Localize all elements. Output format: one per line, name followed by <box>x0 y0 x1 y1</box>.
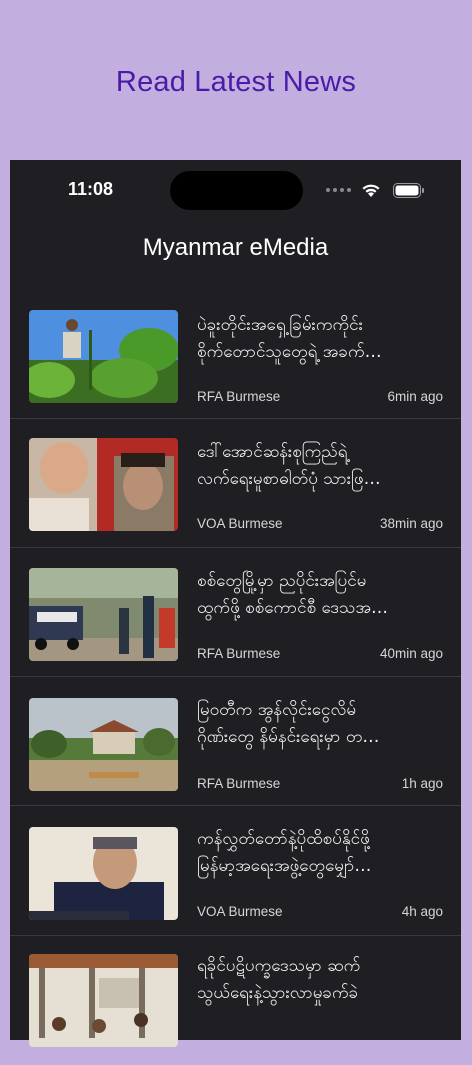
status-icons <box>326 182 425 198</box>
news-headline: ပဲခူးတိုင်းအရှေ့ခြမ်းကကိုင်း စိုက်တောင်သ… <box>197 315 382 362</box>
news-thumbnail <box>29 568 178 661</box>
portrait-photo <box>29 438 178 531</box>
status-time: 11:08 <box>68 179 114 199</box>
news-item[interactable]: ရခိုင်ပဋိပက္ခဒေသမှာ ဆက် သွယ်ရေးနဲ့သွားလာ… <box>10 936 461 1065</box>
news-thumbnail <box>29 310 178 403</box>
news-item[interactable]: စစ်တွေမြို့မှာ ညပိုင်းအပြင်မ ထွက်ဖို့ စစ… <box>10 548 461 677</box>
news-source: VOA Burmese <box>197 516 283 531</box>
farmer-photo <box>29 310 178 403</box>
news-headline: ကန်လွှတ်တော်နဲ့ပိုထိစပ်နိုင်ဖို့ မြန်မာ့… <box>197 829 372 876</box>
news-thumbnail <box>29 698 178 791</box>
signal-dots-icon <box>326 188 351 192</box>
phone-screen: 11:08 Myanmar eMedia ပဲခူးတိုင်းအရှေ့ခြမ… <box>10 160 461 1047</box>
dynamic-island <box>170 171 303 210</box>
village-photo <box>29 698 178 791</box>
news-source: VOA Burmese <box>197 904 283 919</box>
news-time-ago: 38min ago <box>379 516 443 531</box>
news-headline: စစ်တွေမြို့မှာ ညပိုင်းအပြင်မ ထွက်ဖို့ စစ… <box>197 571 389 618</box>
news-thumbnail <box>29 438 178 531</box>
interview-photo <box>29 827 178 920</box>
news-headline: မြဝတီက အွန်လိုင်းငွေလိမ် ဂိုဏ်းတွေ နိမ်န… <box>197 700 380 747</box>
battery-icon <box>393 182 424 198</box>
app-title: Myanmar eMedia <box>142 234 329 261</box>
news-time-ago: 40min ago <box>379 646 443 661</box>
police-photo <box>29 568 178 661</box>
news-item[interactable]: ပဲခူးတိုင်းအရှေ့ခြမ်းကကိုင်း စိုက်တောင်သ… <box>10 290 461 419</box>
news-headline: ဒေါ်အောင်ဆန်းစုကြည်ရဲ့ လက်ရေးမူစာဓါတ်ပုံ… <box>197 442 381 489</box>
news-item[interactable]: မြဝတီက အွန်လိုင်းငွေလိမ် ဂိုဏ်းတွေ နိမ်န… <box>10 677 461 806</box>
news-source: RFA Burmese <box>197 646 281 661</box>
news-time-ago: 6min ago <box>387 389 443 404</box>
promo-title: Read Latest News <box>115 66 357 98</box>
news-thumbnail <box>29 827 178 920</box>
news-headline: ရခိုင်ပဋိပက္ခဒေသမှာ ဆက် သွယ်ရေးနဲ့သွားလာ… <box>197 956 361 1003</box>
news-item[interactable]: ကန်လွှတ်တော်နဲ့ပိုထိစပ်နိုင်ဖို့ မြန်မာ့… <box>10 807 461 936</box>
news-item[interactable]: ဒေါ်အောင်ဆန်းစုကြည်ရဲ့ လက်ရေးမူစာဓါတ်ပုံ… <box>10 419 461 548</box>
camp-photo <box>29 954 178 1047</box>
news-source: RFA Burmese <box>197 776 281 791</box>
news-thumbnail <box>29 954 178 1047</box>
news-source: RFA Burmese <box>197 389 281 404</box>
news-time-ago: 4h ago <box>401 904 443 919</box>
wifi-icon <box>362 184 380 197</box>
news-time-ago: 1h ago <box>401 776 443 791</box>
status-bar: 11:08 <box>10 160 461 220</box>
